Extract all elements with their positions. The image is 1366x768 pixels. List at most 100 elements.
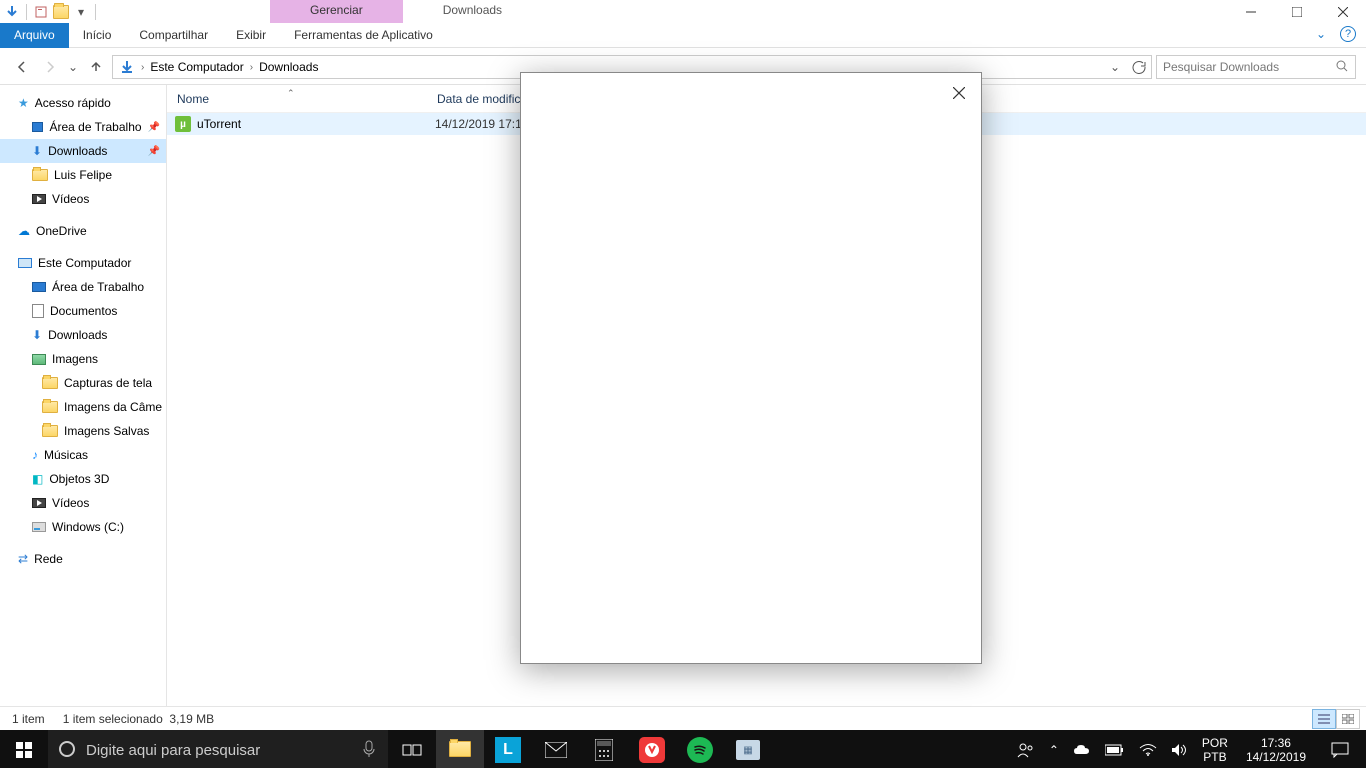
column-name[interactable]: Nome⌃: [167, 92, 427, 106]
back-button[interactable]: [10, 55, 34, 79]
folder-icon: [42, 425, 58, 437]
tree-label: Luis Felipe: [54, 168, 112, 182]
disk-icon: [32, 522, 46, 532]
modal-close-button[interactable]: [947, 81, 971, 105]
chevron-right-icon[interactable]: ›: [139, 62, 146, 73]
clock-date: 14/12/2019: [1246, 750, 1306, 764]
column-label: Nome: [177, 92, 209, 106]
task-view-button[interactable]: [388, 730, 436, 768]
taskbar-file-explorer[interactable]: [436, 730, 484, 768]
tree-downloads-pc[interactable]: ⬇ Downloads: [0, 323, 166, 347]
tree-label: Imagens da Câme: [64, 400, 162, 414]
tree-this-pc[interactable]: Este Computador: [0, 251, 166, 275]
thumbnails-view-button[interactable]: [1336, 709, 1360, 729]
taskbar-search[interactable]: Digite aqui para pesquisar: [48, 730, 388, 768]
pin-icon: 📌: [148, 146, 160, 157]
battery-icon[interactable]: [1102, 744, 1128, 756]
chevron-right-icon[interactable]: ›: [248, 62, 255, 73]
address-icon[interactable]: [115, 56, 139, 78]
video-icon: [32, 194, 46, 204]
address-history-dropdown[interactable]: ⌄: [1103, 56, 1127, 78]
tree-3d-objects[interactable]: ◧Objetos 3D: [0, 467, 166, 491]
taskbar-app-generic[interactable]: ▦: [724, 730, 772, 768]
start-button[interactable]: [0, 730, 48, 768]
onedrive-tray-icon[interactable]: [1070, 744, 1094, 756]
maximize-button[interactable]: [1274, 0, 1320, 23]
minimize-button[interactable]: [1228, 0, 1274, 23]
folder-icon[interactable]: [53, 4, 69, 20]
clock-time: 17:36: [1246, 736, 1306, 750]
breadcrumb-root[interactable]: Este Computador: [146, 56, 247, 78]
wifi-icon[interactable]: [1136, 743, 1160, 757]
tree-label: Este Computador: [38, 256, 131, 270]
lang-line1: POR: [1202, 736, 1228, 750]
tree-documents[interactable]: Documentos: [0, 299, 166, 323]
tree-music[interactable]: ♪ Músicas: [0, 443, 166, 467]
close-button[interactable]: [1320, 0, 1366, 23]
system-tray: ⌃ PORPTB 17:3614/12/2019: [1014, 730, 1366, 768]
refresh-button[interactable]: [1127, 56, 1151, 78]
properties-icon[interactable]: [33, 4, 49, 20]
tree-saved-images[interactable]: Imagens Salvas: [0, 419, 166, 443]
search-icon[interactable]: [1335, 59, 1349, 76]
qat-dropdown-icon[interactable]: ▾: [73, 4, 89, 20]
action-center-button[interactable]: [1320, 730, 1360, 768]
tree-label: Vídeos: [52, 496, 89, 510]
tree-label: Downloads: [48, 328, 107, 342]
taskbar-clock[interactable]: 17:3614/12/2019: [1240, 736, 1312, 765]
tray-expand-icon[interactable]: ⌃: [1046, 743, 1062, 757]
tree-onedrive[interactable]: ☁OneDrive: [0, 219, 166, 243]
tree-label: Vídeos: [52, 192, 89, 206]
recent-dropdown[interactable]: ⌄: [66, 55, 80, 79]
tree-videos-pc[interactable]: Vídeos: [0, 491, 166, 515]
breadcrumb-current[interactable]: Downloads: [255, 56, 322, 78]
details-view-button[interactable]: [1312, 709, 1336, 729]
language-indicator[interactable]: PORPTB: [1198, 736, 1232, 765]
taskbar-vivaldi[interactable]: [628, 730, 676, 768]
tab-home[interactable]: Início: [69, 23, 126, 48]
tree-label: Objetos 3D: [49, 472, 109, 486]
search-input[interactable]: Pesquisar Downloads: [1156, 55, 1356, 79]
tree-screenshots[interactable]: Capturas de tela: [0, 371, 166, 395]
tab-share[interactable]: Compartilhar: [125, 23, 222, 48]
help-icon[interactable]: ?: [1340, 26, 1356, 42]
download-icon: ⬇: [32, 328, 42, 342]
status-item-count: 1 item: [12, 712, 45, 726]
tree-camera-images[interactable]: Imagens da Câme: [0, 395, 166, 419]
tree-images[interactable]: Imagens: [0, 347, 166, 371]
tree-videos[interactable]: Vídeos: [0, 187, 166, 211]
taskbar-app-l[interactable]: L: [484, 730, 532, 768]
expand-ribbon-icon[interactable]: ⌄: [1316, 27, 1326, 41]
tree-desktop-pc[interactable]: Área de Trabalho: [0, 275, 166, 299]
lang-line2: PTB: [1202, 750, 1228, 764]
tree-downloads[interactable]: ⬇Downloads📌: [0, 139, 166, 163]
people-icon[interactable]: [1014, 741, 1038, 759]
pin-icon: 📌: [148, 122, 160, 133]
taskbar-mail[interactable]: [532, 730, 580, 768]
up-button[interactable]: [84, 55, 108, 79]
forward-button[interactable]: [38, 55, 62, 79]
tab-view[interactable]: Exibir: [222, 23, 280, 48]
tree-network[interactable]: ⇄Rede: [0, 547, 166, 571]
tab-file[interactable]: Arquivo: [0, 23, 69, 48]
tree-desktop[interactable]: Área de Trabalho📌: [0, 115, 166, 139]
microphone-icon[interactable]: [362, 740, 376, 761]
download-arrow-icon[interactable]: [4, 4, 20, 20]
ribbon-right: ⌄ ?: [1316, 26, 1356, 42]
tree-label: Músicas: [44, 448, 88, 462]
tab-apptools[interactable]: Ferramentas de Aplicativo: [280, 23, 447, 48]
sort-indicator-icon: ⌃: [287, 88, 295, 99]
tree-quick-access[interactable]: ★Acesso rápido: [0, 91, 166, 115]
taskbar-spotify[interactable]: [676, 730, 724, 768]
volume-icon[interactable]: [1168, 743, 1190, 757]
tree-user-folder[interactable]: Luis Felipe: [0, 163, 166, 187]
contextual-tabs: Gerenciar Downloads: [270, 0, 542, 23]
manage-tab-header[interactable]: Gerenciar: [270, 0, 403, 23]
taskbar-calculator[interactable]: [580, 730, 628, 768]
music-icon: ♪: [32, 448, 38, 462]
file-name: uTorrent: [197, 117, 241, 131]
tree-label: Rede: [34, 552, 63, 566]
tree-c-drive[interactable]: Windows (C:): [0, 515, 166, 539]
breadcrumb-current-label: Downloads: [259, 60, 318, 74]
navigation-pane: ★Acesso rápido Área de Trabalho📌 ⬇Downlo…: [0, 85, 166, 706]
